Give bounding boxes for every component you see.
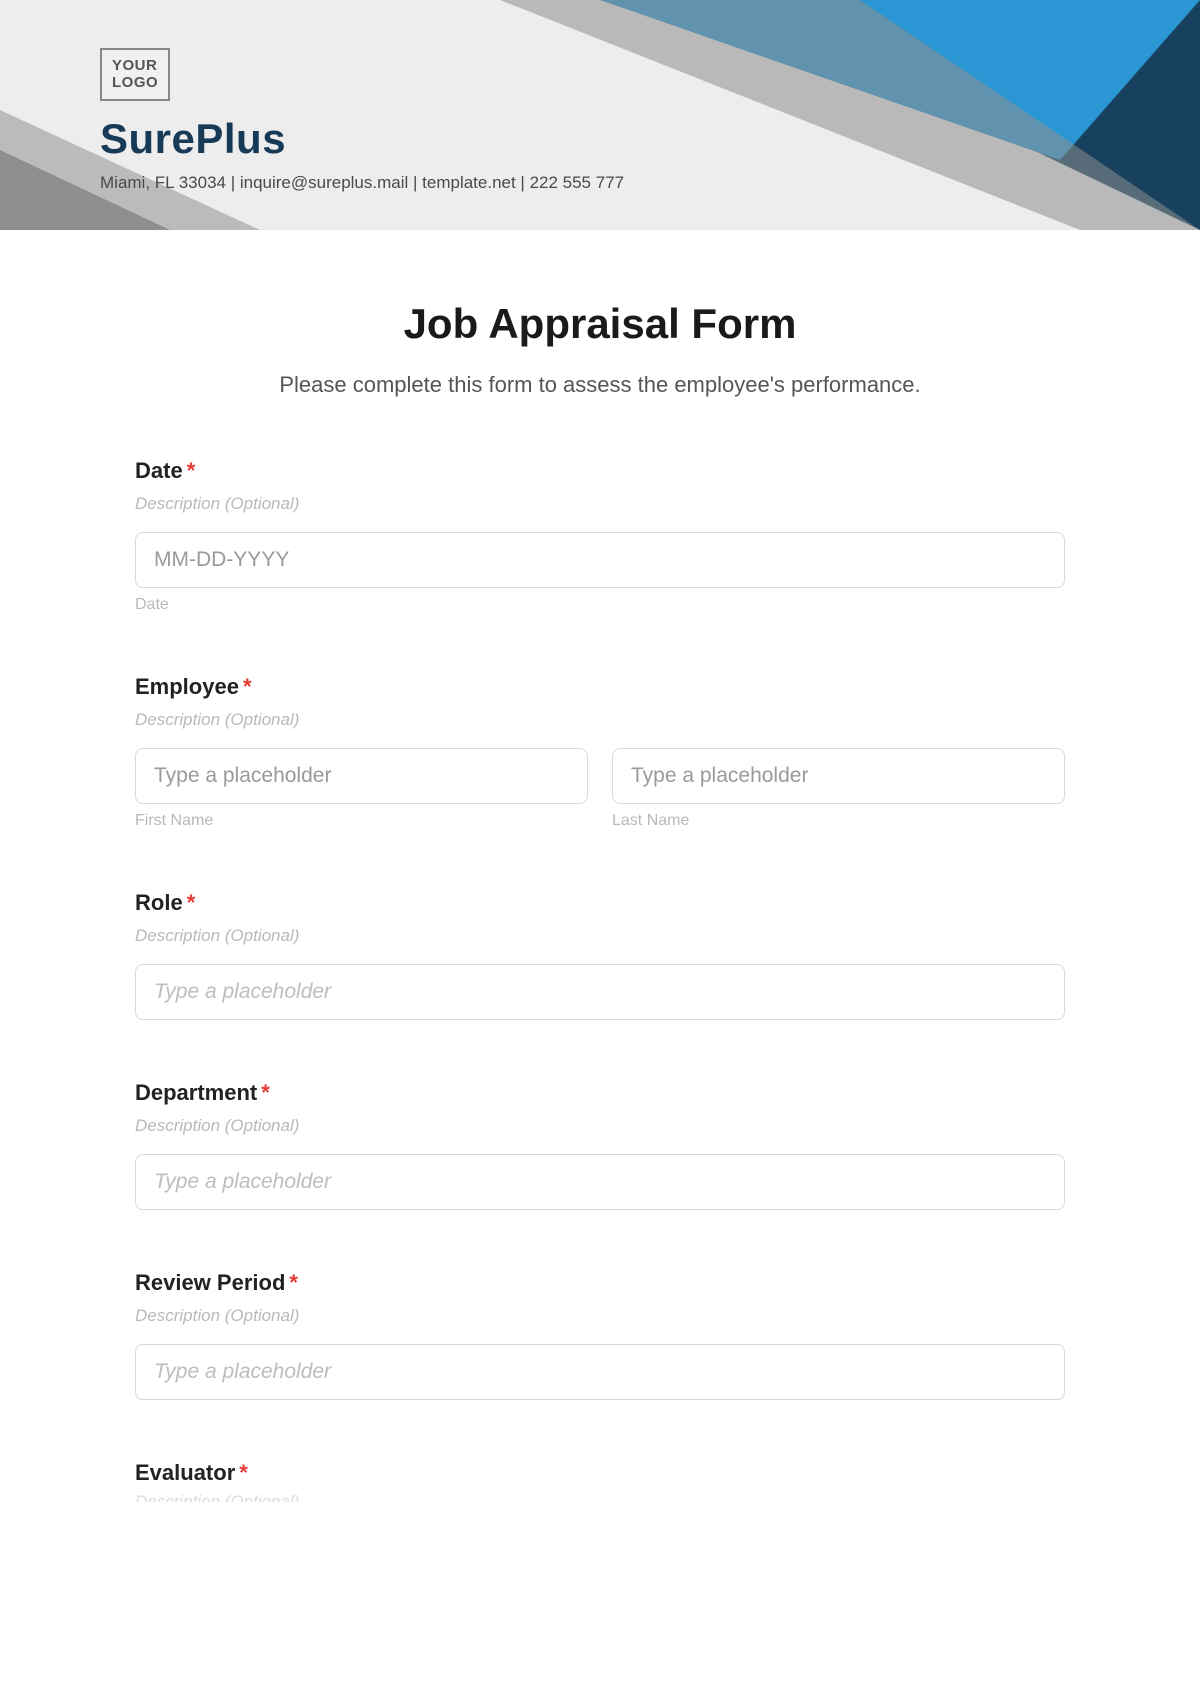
form-description: Please complete this form to assess the … xyxy=(135,372,1065,398)
department-description-optional: Description (Optional) xyxy=(135,1116,1065,1136)
review-period-label: Review Period* xyxy=(135,1270,1065,1296)
date-description-optional: Description (Optional) xyxy=(135,494,1065,514)
date-label: Date* xyxy=(135,458,1065,484)
required-mark: * xyxy=(187,458,196,483)
review-period-input[interactable] xyxy=(135,1344,1065,1400)
field-evaluator: Evaluator* Description (Optional) xyxy=(135,1460,1065,1502)
evaluator-description-optional: Description (Optional) xyxy=(135,1492,1065,1502)
company-subline: Miami, FL 33034 | inquire@sureplus.mail … xyxy=(100,173,624,193)
field-employee: Employee* Description (Optional) First N… xyxy=(135,674,1065,830)
role-label-text: Role xyxy=(135,890,183,915)
role-description-optional: Description (Optional) xyxy=(135,926,1065,946)
form-container: Job Appraisal Form Please complete this … xyxy=(0,230,1200,1542)
required-mark: * xyxy=(261,1080,270,1105)
evaluator-label: Evaluator* xyxy=(135,1460,1065,1486)
review-period-description-optional: Description (Optional) xyxy=(135,1306,1065,1326)
evaluator-label-text: Evaluator xyxy=(135,1460,235,1485)
required-mark: * xyxy=(239,1460,248,1485)
first-name-sublabel: First Name xyxy=(135,812,588,830)
role-input[interactable] xyxy=(135,964,1065,1020)
form-title: Job Appraisal Form xyxy=(135,300,1065,348)
field-review-period: Review Period* Description (Optional) xyxy=(135,1270,1065,1400)
logo-line1: YOUR xyxy=(112,58,158,75)
date-sublabel: Date xyxy=(135,596,1065,614)
field-date: Date* Description (Optional) Date xyxy=(135,458,1065,614)
department-label-text: Department xyxy=(135,1080,257,1105)
last-name-input[interactable] xyxy=(612,748,1065,804)
field-department: Department* Description (Optional) xyxy=(135,1080,1065,1210)
department-label: Department* xyxy=(135,1080,1065,1106)
last-name-sublabel: Last Name xyxy=(612,812,1065,830)
company-name: SurePlus xyxy=(100,115,624,163)
first-name-input[interactable] xyxy=(135,748,588,804)
required-mark: * xyxy=(289,1270,298,1295)
header-banner: YOUR LOGO SurePlus Miami, FL 33034 | inq… xyxy=(0,0,1200,230)
employee-label: Employee* xyxy=(135,674,1065,700)
field-role: Role* Description (Optional) xyxy=(135,890,1065,1020)
date-label-text: Date xyxy=(135,458,183,483)
required-mark: * xyxy=(243,674,252,699)
date-input[interactable] xyxy=(135,532,1065,588)
department-input[interactable] xyxy=(135,1154,1065,1210)
review-period-label-text: Review Period xyxy=(135,1270,285,1295)
employee-description-optional: Description (Optional) xyxy=(135,710,1065,730)
role-label: Role* xyxy=(135,890,1065,916)
employee-label-text: Employee xyxy=(135,674,239,699)
required-mark: * xyxy=(187,890,196,915)
logo-placeholder: YOUR LOGO xyxy=(100,48,170,101)
logo-line2: LOGO xyxy=(112,75,158,92)
